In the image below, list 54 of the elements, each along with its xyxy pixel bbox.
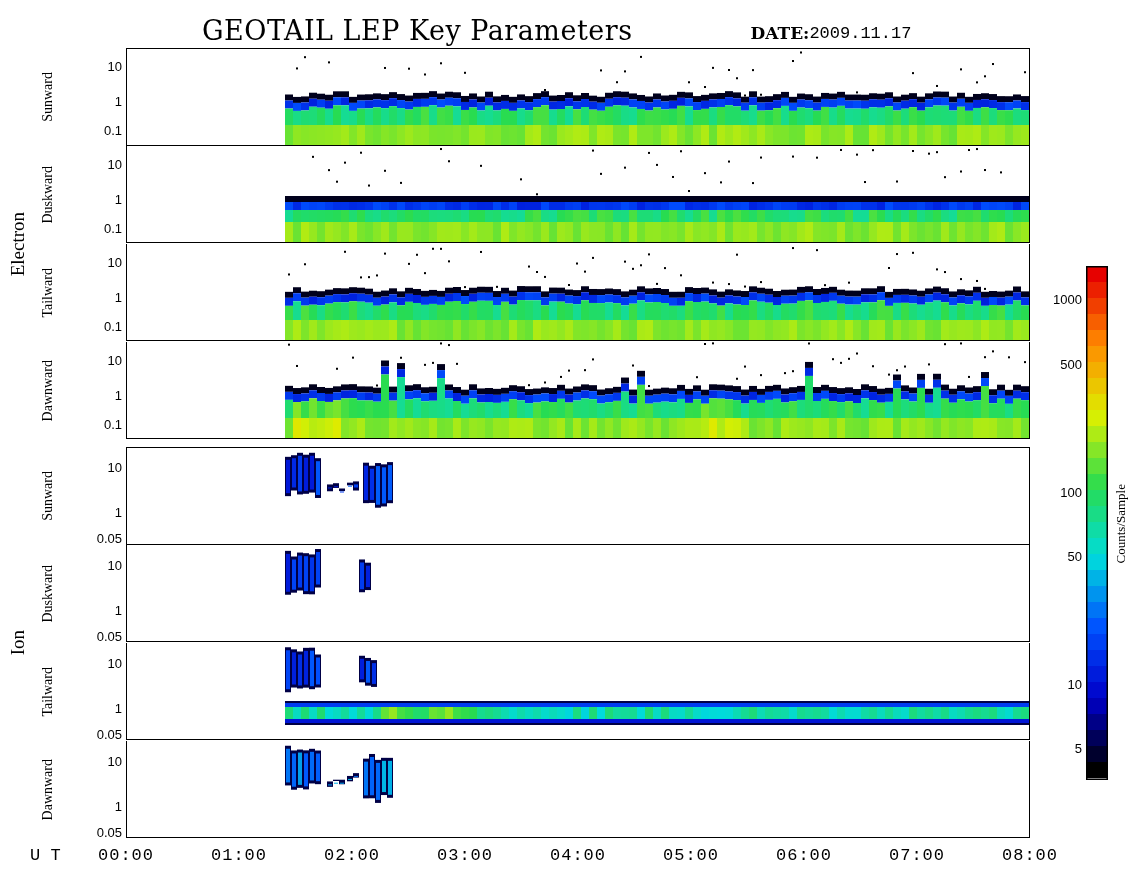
y-tick-label: 0.05 [96,532,122,546]
y-tick-label: 1 [114,506,122,520]
x-tick-label: 00:00 [98,846,154,865]
y-tick-label: 10 [107,354,122,368]
x-tick-label: 08:00 [1002,846,1058,865]
x-tick-label: 03:00 [437,846,493,865]
y-tick-label: 10 [107,559,122,573]
x-tick-label: 05:00 [663,846,719,865]
y-tick-label: 1 [114,291,122,305]
y-tick-label: 0.05 [96,728,122,742]
colorbar-tick-label: 50 [1067,550,1082,564]
colorbar-tick-label: 5 [1074,742,1082,756]
panel-label: Tailward [40,268,56,318]
x-tick-label: 02:00 [324,846,380,865]
y-tick-label: 0.05 [96,630,122,644]
y-tick-label: 1 [114,193,122,207]
y-tick-label: 10 [107,60,122,74]
group-label: Electron [7,211,29,277]
panel-label: Dawnward [40,759,56,821]
x-tick-label: 07:00 [889,846,945,865]
colorbar-tick-label: 500 [1060,358,1082,372]
y-tick-label: 0.1 [103,418,122,432]
panel-label: Dawnward [40,360,56,422]
x-tick-label: 04:00 [550,846,606,865]
y-tick-label: 0.05 [96,826,122,840]
y-tick-label: 10 [107,256,122,270]
y-tick-label: 0.1 [103,222,122,236]
axis-label: U T [29,846,62,867]
y-tick-label: 10 [107,461,122,475]
y-tick-label: 1 [114,800,122,814]
y-tick-label: 1 [114,604,122,618]
y-tick-label: 1 [114,95,122,109]
panel-label: Sunward [40,72,56,122]
x-tick-label: 06:00 [776,846,832,865]
colorbar-label: Counts/Sample [1113,484,1129,564]
panel-label: Duskward [40,166,56,224]
colorbar-tick-label: 10 [1067,678,1082,692]
group-label: Ion [7,630,29,656]
panel-label: Duskward [40,565,56,623]
y-tick-label: 10 [107,657,122,671]
y-tick-label: 0.1 [103,124,122,138]
panel-label: Tailward [40,667,56,717]
date-label: DATE: [750,23,810,43]
colorbar-tick-label: 100 [1060,486,1082,500]
date-value: 2009.11.17 [809,24,912,43]
y-tick-label: 10 [107,158,122,172]
colorbar-tick-label: 1000 [1053,293,1082,307]
y-tick-label: 1 [114,702,122,716]
y-tick-label: 1 [114,389,122,403]
panel-label: Sunward [40,471,56,521]
y-tick-label: 0.1 [103,320,122,334]
x-tick-label: 01:00 [211,846,267,865]
y-tick-label: 10 [107,755,122,769]
chart-title: GEOTAIL LEP Key Parameters [202,15,633,46]
